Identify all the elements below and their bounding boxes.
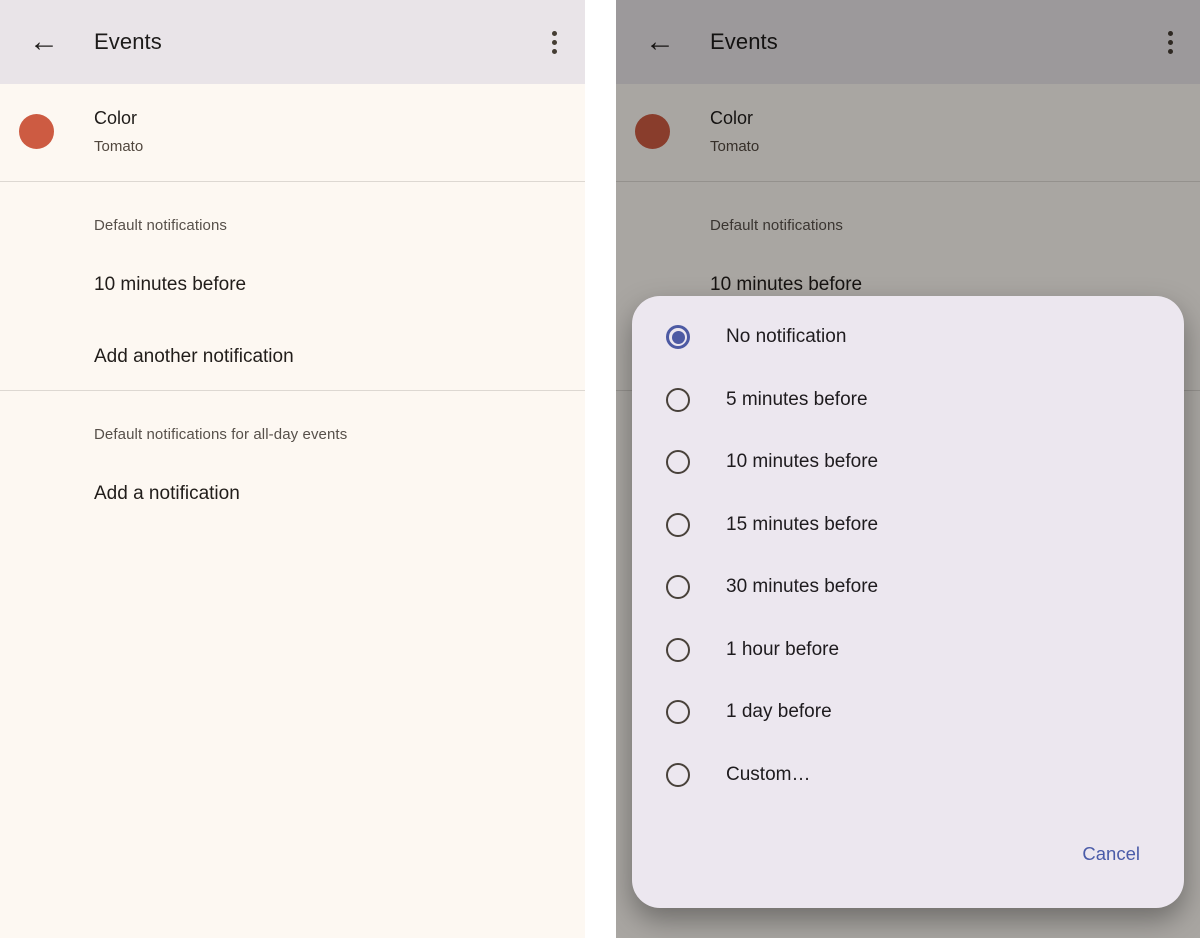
section-header: Default notifications <box>94 217 585 235</box>
section-header: Default notifications for all-day events <box>94 426 585 444</box>
color-setting-value: Tomato <box>94 138 143 155</box>
radio-button-unchecked-icon[interactable] <box>666 638 690 662</box>
radio-button-checked-icon[interactable] <box>666 325 690 349</box>
settings-list: Color Tomato Default notifications 10 min… <box>0 84 585 938</box>
color-setting-label: Color <box>94 108 137 129</box>
color-setting-row[interactable]: Color Tomato <box>0 84 585 182</box>
dialog-option[interactable]: 15 minutes before <box>632 494 1184 557</box>
notification-setting-item[interactable]: Add another notification <box>94 335 585 379</box>
radio-button-unchecked-icon[interactable] <box>666 388 690 412</box>
settings-section: Default notifications 10 minutes before Ad… <box>0 182 585 391</box>
dialog-option[interactable]: 1 hour before <box>632 619 1184 682</box>
radio-button-unchecked-icon[interactable] <box>666 763 690 787</box>
notification-setting-item[interactable]: 10 minutes before <box>94 263 585 307</box>
top-app-bar: ← Events <box>0 0 585 84</box>
dialog-option-label: 10 minutes before <box>726 451 878 473</box>
radio-button-unchecked-icon[interactable] <box>666 513 690 537</box>
events-settings-screen: ← Events Color Tomato Default notificati… <box>0 0 585 938</box>
dialog-option-label: 5 minutes before <box>726 389 868 411</box>
page-title: Events <box>94 29 162 55</box>
radio-button-unchecked-icon[interactable] <box>666 450 690 474</box>
dialog-option[interactable]: 1 day before <box>632 681 1184 744</box>
kebab-dot <box>552 40 557 45</box>
dialog-option-label: 1 day before <box>726 701 832 723</box>
kebab-dot <box>552 49 557 54</box>
dialog-option[interactable]: 5 minutes before <box>632 369 1184 432</box>
dialog-option-label: Custom… <box>726 764 810 786</box>
dialog-option[interactable]: No notification <box>632 306 1184 369</box>
radio-button-unchecked-icon[interactable] <box>666 700 690 724</box>
settings-section: Default notifications for all-day events… <box>0 391 585 527</box>
dialog-option-label: 30 minutes before <box>726 576 878 598</box>
back-arrow-icon[interactable]: ← <box>24 20 64 64</box>
dialog-option-label: 1 hour before <box>726 639 839 661</box>
cancel-button[interactable]: Cancel <box>1082 842 1140 866</box>
notification-picker-dialog: No notification 5 minutes before 10 minute… <box>632 296 1184 908</box>
dialog-option[interactable]: 10 minutes before <box>632 431 1184 494</box>
dialog-option[interactable]: 30 minutes before <box>632 556 1184 619</box>
dialog-option-label: 15 minutes before <box>726 514 878 536</box>
notification-setting-item[interactable]: Add a notification <box>94 472 585 516</box>
radio-button-unchecked-icon[interactable] <box>666 575 690 599</box>
color-swatch-tomato-icon <box>19 114 54 149</box>
dialog-option[interactable]: Custom… <box>632 744 1184 807</box>
kebab-dot <box>552 31 557 36</box>
overflow-menu-icon[interactable] <box>545 28 564 56</box>
events-settings-screen-dimmed: ← Events Color Tomato Default notificati… <box>616 0 1200 938</box>
dialog-option-label: No notification <box>726 326 846 348</box>
